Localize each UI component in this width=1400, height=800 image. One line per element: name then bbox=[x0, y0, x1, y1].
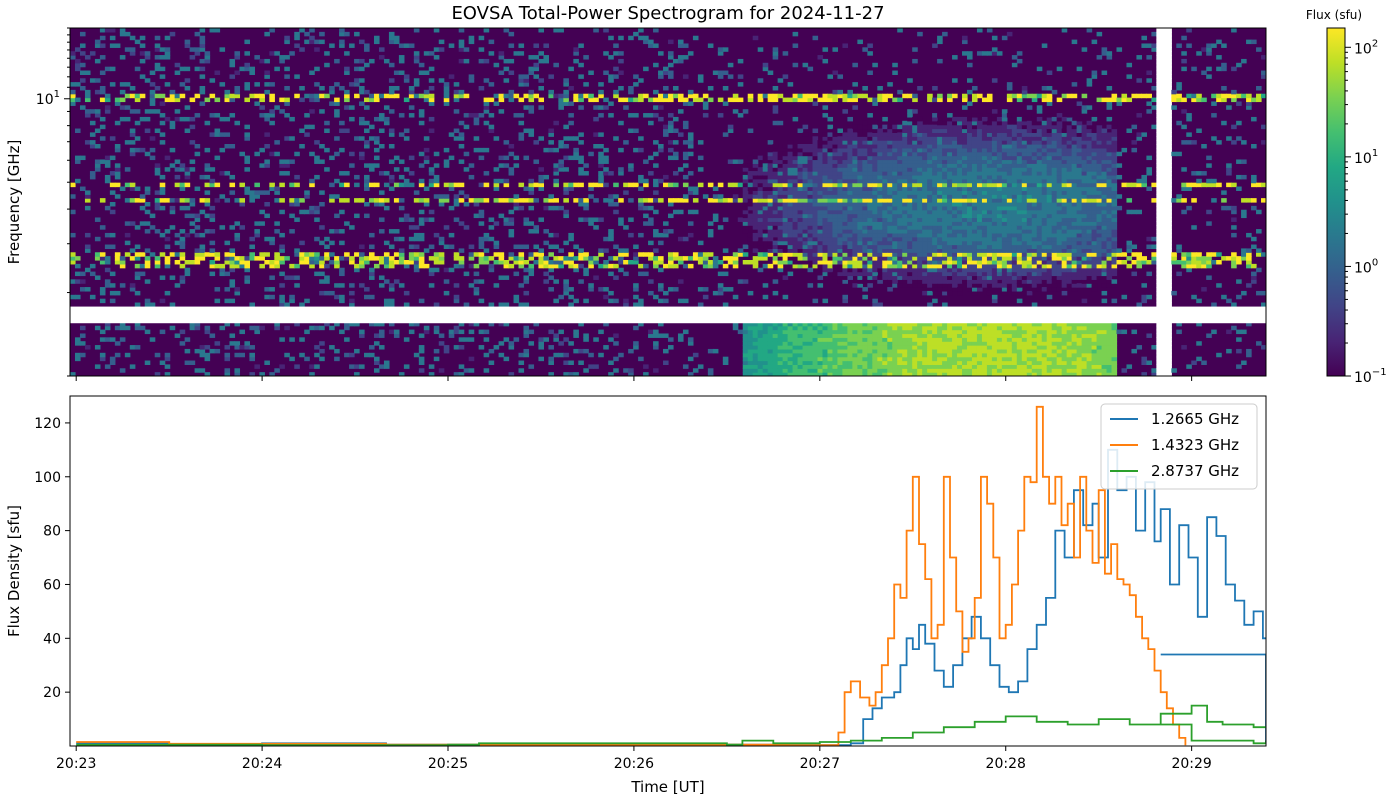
series-line-1-4323-ghz bbox=[76, 405, 1187, 746]
x-tick-label: 20:23 bbox=[56, 756, 96, 772]
lightcurve-y-tick-label: 100 bbox=[34, 470, 61, 486]
lightcurve-y-tick-label: 40 bbox=[43, 631, 61, 647]
legend-entry-label: 1.2665 GHz bbox=[1151, 410, 1239, 428]
lightcurve-frame bbox=[69, 395, 1267, 747]
series-line-1-2665-ghz bbox=[76, 448, 1266, 746]
colorbar-ticks: 102 101 100 10−1 bbox=[1345, 38, 1387, 386]
x-tick-label: 20:24 bbox=[242, 756, 282, 772]
x-tick-label: 20:29 bbox=[1171, 756, 1211, 772]
legend-entry-label: 1.4323 GHz bbox=[1151, 436, 1239, 454]
spectrogram-time-gap bbox=[1158, 28, 1164, 115]
colorbar-tick-label: 101 bbox=[1354, 148, 1378, 167]
lightcurve-y-tick-label: 60 bbox=[43, 577, 61, 593]
chart-canvas: EOVSA Total-Power Spectrogram for 2024-1… bbox=[5, 3, 1387, 796]
lightcurve-y-tick-label: 20 bbox=[43, 685, 61, 701]
spectrogram-data-gap bbox=[70, 306, 1266, 324]
spectrogram-panel bbox=[70, 28, 1266, 376]
colorbar-tick-label: 102 bbox=[1354, 38, 1378, 57]
spectrogram-x-ticks bbox=[75, 376, 1193, 381]
spectrogram-y-tick-label: 101 bbox=[36, 89, 60, 108]
legend-entry-label: 2.8737 GHz bbox=[1151, 462, 1239, 480]
legend: 1.2665 GHz 1.4323 GHz 2.8737 GHz bbox=[1100, 403, 1258, 490]
lightcurve-x-ticks: 20:23 20:24 20:25 20:26 20:27 20:28 20:29 bbox=[56, 746, 1212, 772]
x-tick-label: 20:28 bbox=[986, 756, 1026, 772]
spectrogram-y-ticks: 101 bbox=[36, 27, 70, 377]
colorbar-tick-label: 100 bbox=[1354, 257, 1378, 276]
lightcurve-y-tick-label: 80 bbox=[43, 524, 61, 540]
colorbar-tick-label: 10−1 bbox=[1354, 367, 1387, 386]
x-tick-label: 20:27 bbox=[800, 756, 840, 772]
lightcurve-y-tick-label: 120 bbox=[34, 416, 61, 432]
spectrogram-title: EOVSA Total-Power Spectrogram for 2024-1… bbox=[451, 3, 884, 24]
lightcurve-y-axis-label: Flux Density [sfu] bbox=[5, 505, 23, 637]
spectrogram-y-axis-label: Frequency [GHz] bbox=[5, 140, 23, 265]
series-line-2-8737-ghz bbox=[76, 704, 1266, 746]
colorbar-label: Flux (sfu) bbox=[1306, 8, 1362, 22]
x-tick-label: 20:25 bbox=[428, 756, 468, 772]
colorbar bbox=[1326, 27, 1346, 377]
x-tick-label: 20:26 bbox=[614, 756, 654, 772]
lightcurve-x-axis-label: Time [UT] bbox=[630, 778, 704, 796]
lightcurve-y-ticks: 20 40 60 80 100 120 bbox=[34, 416, 70, 701]
